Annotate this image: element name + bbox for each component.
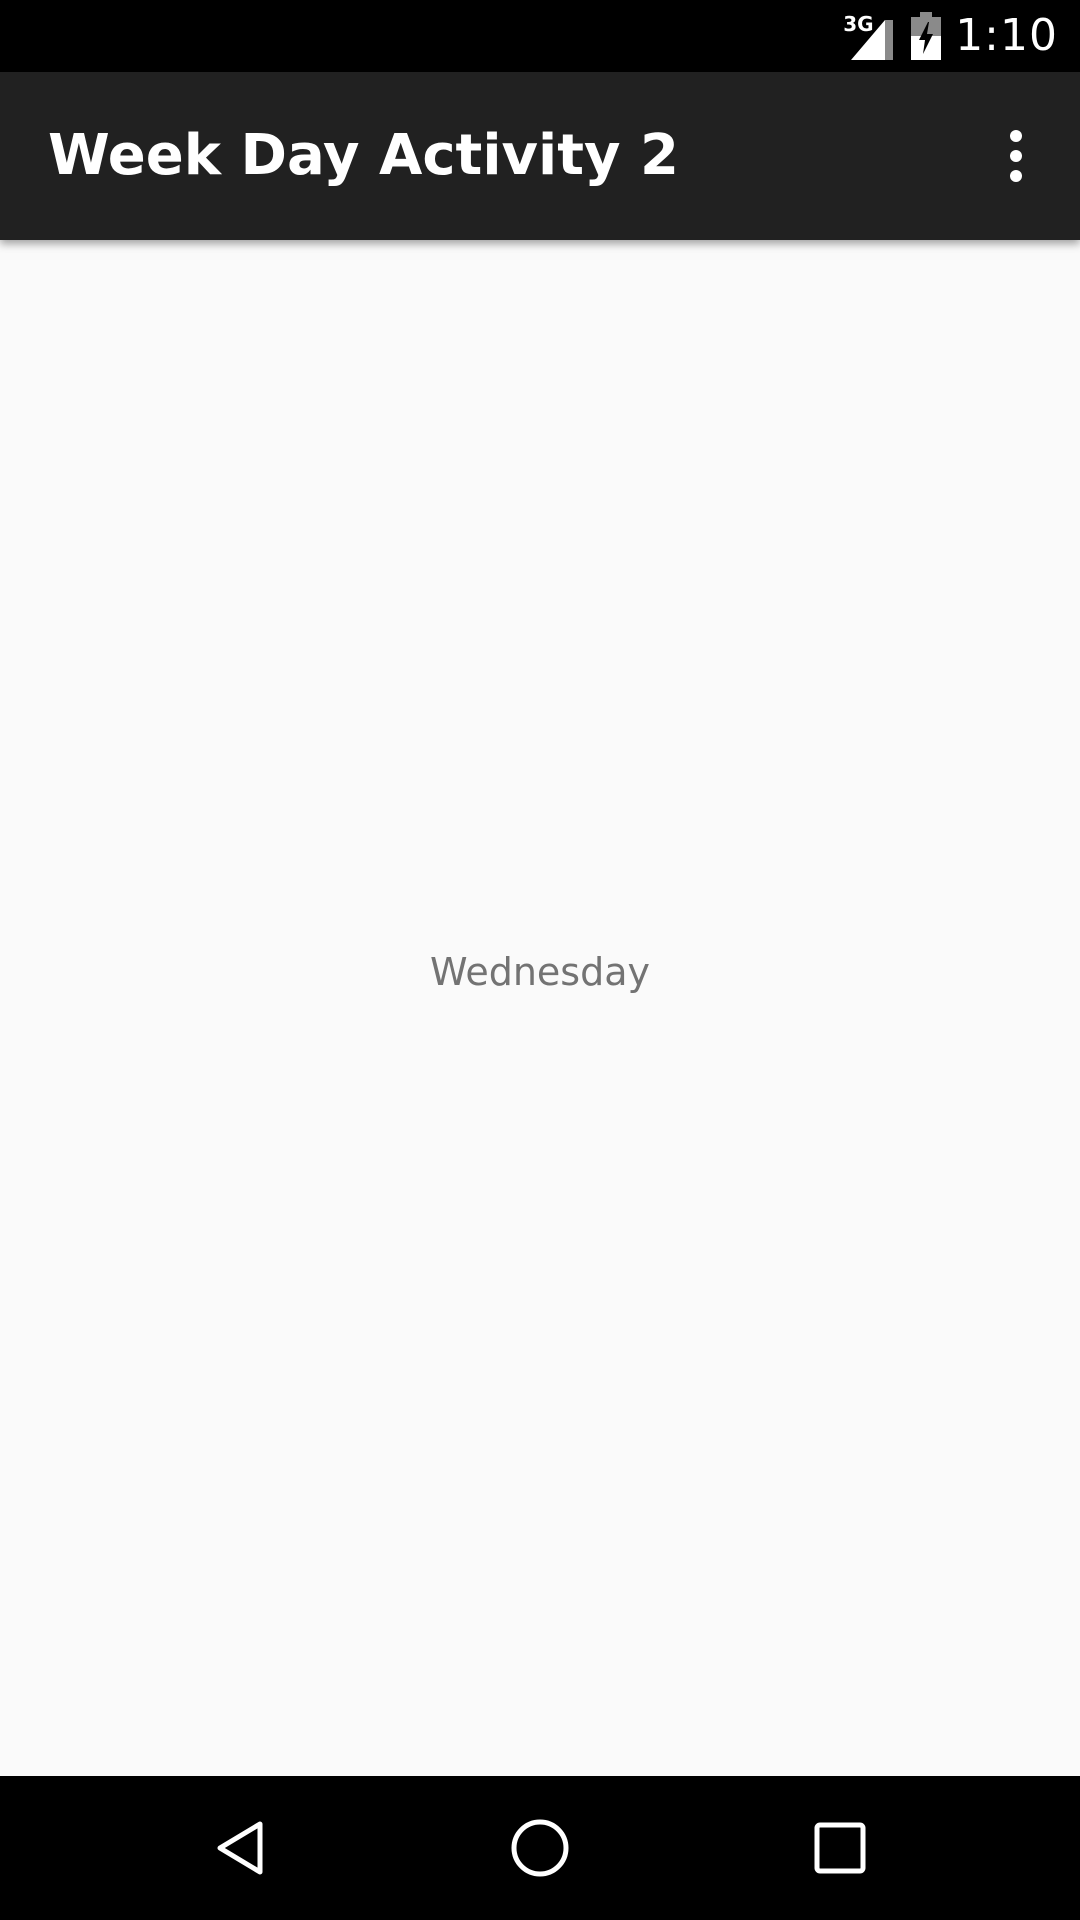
back-button[interactable] bbox=[190, 1798, 290, 1898]
app-title: Week Day Activity 2 bbox=[48, 123, 679, 188]
recents-button[interactable] bbox=[790, 1798, 890, 1898]
recents-icon bbox=[814, 1822, 866, 1874]
content-area: Wednesday bbox=[0, 240, 1080, 1776]
more-vert-icon bbox=[1010, 130, 1022, 142]
back-icon bbox=[217, 1821, 263, 1875]
overflow-menu-button[interactable] bbox=[976, 116, 1056, 196]
navigation-bar bbox=[0, 1776, 1080, 1920]
more-vert-dot bbox=[1010, 170, 1022, 182]
app-bar: Week Day Activity 2 bbox=[0, 72, 1080, 240]
signal-icon: 3G bbox=[841, 6, 897, 66]
status-time: 1:10 bbox=[955, 10, 1058, 61]
home-button[interactable] bbox=[490, 1798, 590, 1898]
network-type: 3G bbox=[843, 12, 874, 36]
battery-charging-icon bbox=[911, 12, 942, 60]
status-bar: 3G 1:10 bbox=[0, 0, 1080, 72]
status-icons: 3G 1:10 bbox=[841, 0, 1058, 72]
home-icon bbox=[511, 1819, 569, 1877]
day-label: Wednesday bbox=[429, 950, 650, 994]
more-vert-dot bbox=[1010, 150, 1022, 162]
